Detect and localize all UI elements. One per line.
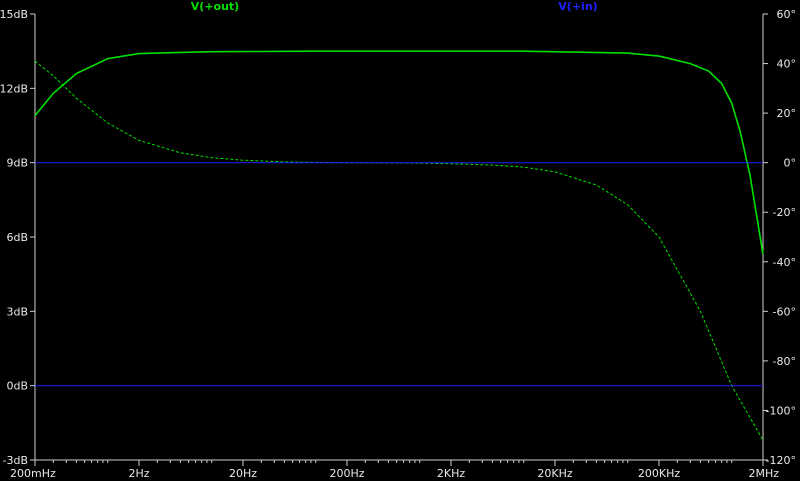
- series-vout-phase: [34, 60, 764, 441]
- y-left-tick-label: 0dB: [6, 380, 28, 393]
- x-tick-label: 20KHz: [537, 467, 572, 480]
- y-left-tick-label: 15dB: [0, 8, 28, 21]
- y-left-tick-label: 3dB: [6, 305, 28, 318]
- y-right-tick-label: -40°: [773, 256, 796, 269]
- legend-label: V(+out): [191, 0, 239, 13]
- plot-canvas: 200mHz 2Hz 20Hz 200Hz 2KHz 20KHz 200KHz 2MHz 15d…: [0, 0, 797, 480]
- y-right-tick-label: 40°: [777, 58, 797, 71]
- x-tick-label: 2Hz: [128, 467, 149, 480]
- y-right-tick-label: -80°: [773, 355, 796, 368]
- y-right-tick-label: 20°: [777, 107, 797, 120]
- y-right-tick-label: 60°: [777, 8, 797, 21]
- y-left-tick-label: 6dB: [6, 231, 28, 244]
- x-tick-label: 20Hz: [229, 467, 257, 480]
- x-tick-label: 2KHz: [437, 467, 465, 480]
- y-right-tick-label: -20°: [773, 206, 796, 219]
- y-right-tick-label: -60°: [773, 305, 796, 318]
- x-tick-label: 200mHz: [10, 467, 56, 480]
- y-left-tick-label: 9dB: [6, 157, 28, 170]
- y-right-tick-label: 0°: [784, 157, 797, 170]
- y-right-tick-label: -100°: [766, 404, 796, 417]
- series-vout-magnitude: [34, 50, 764, 255]
- x-tick-label: 200Hz: [329, 467, 364, 480]
- legend-label: V(+in): [558, 0, 597, 13]
- x-tick-label: 2MHz: [748, 467, 779, 480]
- y-left-tick-label: 12dB: [0, 82, 28, 95]
- x-tick-label: 200KHz: [638, 467, 680, 480]
- y-right-tick-label: -120°: [766, 454, 796, 467]
- y-left-tick-label: -3dB: [3, 454, 29, 467]
- bode-plot: 200mHz 2Hz 20Hz 200Hz 2KHz 20KHz 200KHz 2MHz 15d…: [0, 0, 800, 481]
